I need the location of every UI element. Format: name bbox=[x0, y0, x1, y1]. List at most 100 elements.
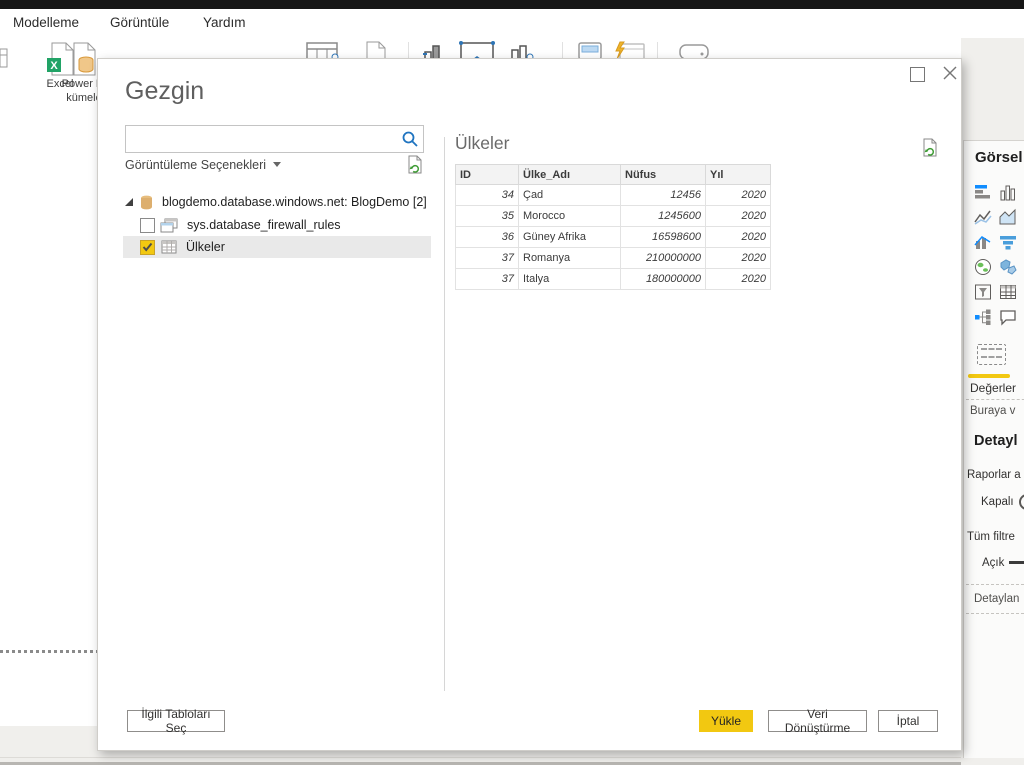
pane-divider bbox=[444, 137, 445, 691]
tree-item-ulkeler[interactable]: Ülkeler bbox=[140, 236, 225, 258]
view-icon bbox=[160, 218, 178, 233]
column-header: Nüfus bbox=[621, 165, 706, 185]
button-shape-icon[interactable] bbox=[677, 40, 711, 60]
visualizations-title: Görsel bbox=[975, 149, 1023, 166]
maximize-icon[interactable] bbox=[910, 67, 925, 82]
table-icon bbox=[161, 240, 177, 254]
preview-table-body: 34 Çad 12456 2020 35 Morocco 1245600 202… bbox=[456, 185, 771, 290]
area-chart-icon[interactable] bbox=[996, 204, 1020, 229]
visual-type-grid bbox=[971, 179, 1024, 329]
cell-year: 2020 bbox=[706, 248, 771, 269]
clustered-column-chart-icon[interactable] bbox=[996, 179, 1020, 204]
combo-chart-icon[interactable] bbox=[971, 229, 995, 254]
text-box-icon[interactable] bbox=[458, 40, 496, 60]
decomposition-tree-icon[interactable] bbox=[971, 304, 995, 329]
transform-data-button[interactable]: Veri Dönüştürme bbox=[768, 710, 867, 732]
app-window: Modelleme Görüntüle Yardım X Excel Power… bbox=[0, 0, 1024, 765]
cell-year: 2020 bbox=[706, 206, 771, 227]
cell-country: Morocco bbox=[519, 206, 621, 227]
values-drop-zone[interactable]: Buraya v bbox=[966, 399, 1024, 422]
search-input[interactable] bbox=[130, 128, 396, 150]
cell-population: 180000000 bbox=[621, 269, 706, 290]
svg-text:X: X bbox=[50, 60, 58, 72]
cell-id: 37 bbox=[456, 248, 519, 269]
globe-map-icon[interactable] bbox=[971, 254, 995, 279]
clipped-left-icon[interactable] bbox=[0, 47, 8, 69]
canvas-page-edge bbox=[0, 650, 97, 653]
shape-map-icon[interactable] bbox=[996, 254, 1020, 279]
checkbox-unchecked[interactable] bbox=[140, 218, 155, 233]
cell-country: Çad bbox=[519, 185, 621, 206]
tree-root-row[interactable]: blogdemo.database.windows.net: BlogDemo … bbox=[124, 191, 427, 213]
cell-year: 2020 bbox=[706, 227, 771, 248]
comment-card-icon[interactable] bbox=[996, 304, 1020, 329]
close-icon[interactable] bbox=[941, 64, 959, 82]
cell-country: Romanya bbox=[519, 248, 621, 269]
values-label: Değerler bbox=[970, 381, 1016, 395]
dataverse-icon[interactable] bbox=[305, 40, 339, 60]
keep-filters-label: Tüm filtre bbox=[967, 531, 1015, 543]
line-chart-icon[interactable] bbox=[971, 204, 995, 229]
new-visual-icon[interactable] bbox=[422, 40, 450, 60]
table-visual-icon[interactable] bbox=[996, 279, 1020, 304]
cell-year: 2020 bbox=[706, 185, 771, 206]
drill-section-heading: Detayl bbox=[974, 433, 1018, 449]
search-icon[interactable] bbox=[401, 130, 419, 148]
menu-modelleme[interactable]: Modelleme bbox=[13, 15, 79, 30]
refresh-tree-icon[interactable] bbox=[406, 155, 424, 174]
cell-id: 37 bbox=[456, 269, 519, 290]
quick-measure-icon[interactable] bbox=[612, 40, 646, 60]
cell-country: Italya bbox=[519, 269, 621, 290]
tree-item-label: Ülkeler bbox=[186, 240, 225, 254]
title-bar bbox=[0, 0, 1024, 9]
menu-bar: Modelleme Görüntüle Yardım bbox=[0, 9, 1024, 38]
cell-id: 35 bbox=[456, 206, 519, 227]
clustered-bar-chart-icon[interactable] bbox=[971, 179, 995, 204]
more-visuals-icon[interactable] bbox=[508, 40, 536, 60]
expander-icon[interactable] bbox=[124, 197, 134, 207]
dialog-title: Gezgin bbox=[125, 77, 204, 106]
cell-year: 2020 bbox=[706, 269, 771, 290]
new-measure-icon[interactable] bbox=[576, 40, 604, 60]
refresh-preview-icon[interactable] bbox=[921, 138, 939, 157]
cell-population: 210000000 bbox=[621, 248, 706, 269]
column-header: ID bbox=[456, 165, 519, 185]
tree-item-sys[interactable]: sys.database_firewall_rules bbox=[140, 214, 341, 236]
toggle-on-track bbox=[1009, 561, 1024, 564]
tree-item-label: sys.database_firewall_rules bbox=[187, 218, 341, 232]
cancel-button[interactable]: İptal bbox=[878, 710, 938, 732]
table-header-row: ID Ülke_Adı Nüfus Yıl bbox=[456, 165, 771, 185]
checkbox-checked[interactable] bbox=[140, 240, 155, 255]
preview-title: Ülkeler bbox=[455, 133, 509, 154]
database-icon bbox=[140, 195, 153, 210]
cross-report-toggle[interactable]: Kapalı bbox=[981, 494, 1024, 510]
table-row: 34 Çad 12456 2020 bbox=[456, 185, 771, 206]
cell-id: 36 bbox=[456, 227, 519, 248]
column-header: Yıl bbox=[706, 165, 771, 185]
preview-table: ID Ülke_Adı Nüfus Yıl 34 Çad 12456 2020 … bbox=[455, 164, 771, 290]
cell-population: 16598600 bbox=[621, 227, 706, 248]
chevron-down-icon bbox=[273, 162, 281, 167]
menu-yardim[interactable]: Yardım bbox=[203, 15, 246, 30]
values-field-icon bbox=[977, 344, 1006, 365]
values-active-underline bbox=[968, 374, 1010, 378]
cell-population: 1245600 bbox=[621, 206, 706, 227]
funnel-chart-icon[interactable] bbox=[996, 229, 1020, 254]
table-row: 36 Güney Afrika 16598600 2020 bbox=[456, 227, 771, 248]
table-row: 37 Romanya 210000000 2020 bbox=[456, 248, 771, 269]
bottom-divider bbox=[0, 757, 1024, 758]
load-button[interactable]: Yükle bbox=[699, 710, 753, 732]
powerbi-datasets-icon[interactable] bbox=[70, 42, 100, 76]
menu-goruntule[interactable]: Görüntüle bbox=[110, 15, 169, 30]
recent-sources-icon[interactable] bbox=[363, 40, 389, 60]
display-options-dropdown[interactable]: Görüntüleme Seçenekleri bbox=[125, 158, 281, 172]
navigator-dialog: Gezgin Görüntüleme Seçenekleri bbox=[97, 58, 962, 751]
cell-id: 34 bbox=[456, 185, 519, 206]
table-row: 35 Morocco 1245600 2020 bbox=[456, 206, 771, 227]
toggle-off-knob bbox=[1019, 494, 1024, 510]
drillthrough-drop-zone[interactable]: Detaylan bbox=[966, 584, 1024, 614]
keep-filters-toggle[interactable]: Açık bbox=[982, 557, 1024, 569]
slicer-icon[interactable] bbox=[971, 279, 995, 304]
cell-country: Güney Afrika bbox=[519, 227, 621, 248]
select-related-tables-button[interactable]: İlgili Tabloları Seç bbox=[127, 710, 225, 732]
